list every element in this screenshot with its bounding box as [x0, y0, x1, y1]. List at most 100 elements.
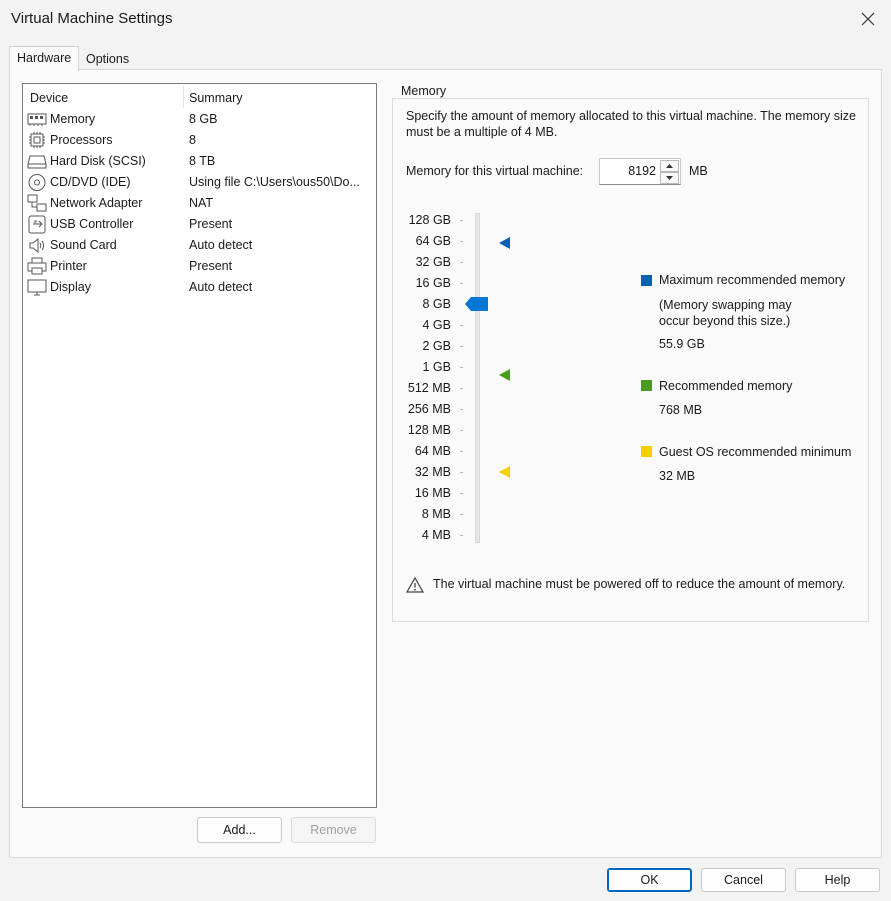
- device-row-display[interactable]: Display Auto detect: [23, 277, 376, 298]
- scale-label: 8 MB: [421, 507, 451, 521]
- device-row-network-adapter[interactable]: Network Adapter NAT: [23, 193, 376, 214]
- hard-disk-icon: [27, 155, 47, 169]
- max-recommended-marker-icon: [499, 237, 510, 249]
- device-name: CD/DVD (IDE): [50, 175, 131, 189]
- scale-label: 16 GB: [415, 276, 451, 290]
- chevron-down-icon: [666, 176, 673, 180]
- memory-spinbox[interactable]: 8192: [599, 158, 681, 185]
- device-summary: 8 GB: [189, 112, 218, 126]
- device-row-sound-card[interactable]: Sound Card Auto detect: [23, 235, 376, 256]
- device-name: USB Controller: [50, 217, 134, 231]
- decrement-button[interactable]: [660, 172, 679, 184]
- scale-label: 32 GB: [415, 255, 451, 269]
- memory-slider-thumb[interactable]: [465, 297, 489, 311]
- processor-icon: [29, 132, 45, 148]
- scale-label: 64 GB: [415, 234, 451, 248]
- scale-tick: [460, 262, 463, 263]
- cd-dvd-icon: [28, 174, 46, 191]
- scale-label: 64 MB: [414, 444, 451, 458]
- device-summary: Using file C:\Users\ous50\Do...: [189, 175, 360, 189]
- scale-tick: [460, 493, 463, 494]
- max-legend-title: Maximum recommended memory: [659, 273, 846, 287]
- device-summary: Auto detect: [189, 280, 253, 294]
- close-icon: [861, 12, 875, 26]
- display-icon: [27, 279, 47, 296]
- scale-label: 4 MB: [421, 528, 451, 542]
- device-row-usb-controller[interactable]: USB Controller Present: [23, 214, 376, 235]
- tab-options[interactable]: Options: [79, 49, 135, 70]
- scale-label: 1 GB: [422, 360, 452, 374]
- memory-unit: MB: [689, 164, 708, 178]
- device-summary: Present: [189, 259, 233, 273]
- max-legend-value: 55.9 GB: [659, 337, 705, 351]
- scale-tick: [460, 388, 463, 389]
- scale-tick: [460, 346, 463, 347]
- device-name: Processors: [50, 133, 113, 147]
- window-title: Virtual Machine Settings: [11, 10, 173, 27]
- tab-hardware[interactable]: Hardware: [9, 46, 79, 71]
- scale-label: 16 MB: [414, 486, 451, 500]
- device-name: Sound Card: [50, 238, 117, 252]
- device-row-cd-dvd[interactable]: CD/DVD (IDE) Using file C:\Users\ous50\D…: [23, 172, 376, 193]
- device-row-processors[interactable]: Processors 8: [23, 130, 376, 151]
- recommended-legend-title: Recommended memory: [659, 379, 793, 393]
- scale-tick: [460, 451, 463, 452]
- scale-tick: [460, 472, 463, 473]
- column-divider: [183, 86, 184, 108]
- device-name: Hard Disk (SCSI): [50, 154, 146, 168]
- minimum-legend-title: Guest OS recommended minimum: [659, 445, 852, 459]
- remove-device-button[interactable]: Remove: [291, 817, 376, 843]
- warning-icon: [406, 576, 424, 593]
- scale-label: 8 GB: [422, 297, 452, 311]
- device-row-memory[interactable]: Memory 8 GB: [23, 109, 376, 130]
- device-summary: 8: [189, 133, 196, 147]
- memory-slider-track[interactable]: [475, 213, 480, 543]
- scale-label: 512 MB: [407, 381, 451, 395]
- ok-button[interactable]: OK: [607, 868, 692, 892]
- device-name: Network Adapter: [50, 196, 143, 210]
- device-summary: NAT: [189, 196, 214, 210]
- max-legend-swatch: [641, 275, 652, 286]
- device-row-printer[interactable]: Printer Present: [23, 256, 376, 277]
- memory-description: Specify the amount of memory allocated t…: [406, 109, 856, 139]
- warning-message: The virtual machine must be powered off …: [433, 577, 846, 591]
- scale-tick: [460, 325, 463, 326]
- title-bar: Virtual Machine Settings: [0, 0, 891, 38]
- device-summary: Auto detect: [189, 238, 253, 252]
- scale-label: 4 GB: [422, 318, 452, 332]
- printer-icon: [27, 257, 47, 275]
- chevron-up-icon: [666, 164, 673, 168]
- close-button[interactable]: [845, 0, 891, 38]
- recommended-legend-value: 768 MB: [659, 403, 703, 417]
- increment-button[interactable]: [660, 160, 679, 172]
- usb-icon: [28, 215, 46, 234]
- memory-field-label: Memory for this virtual machine:: [406, 164, 584, 178]
- scale-tick: [460, 430, 463, 431]
- add-device-button[interactable]: Add...: [197, 817, 282, 843]
- memory-icon: [27, 113, 47, 126]
- scale-tick: [460, 535, 463, 536]
- scale-label: 32 MB: [414, 465, 451, 479]
- max-legend-note: (Memory swapping may occur beyond this s…: [659, 298, 792, 328]
- cancel-button[interactable]: Cancel: [701, 868, 786, 892]
- sound-icon: [29, 237, 44, 254]
- scale-tick: [460, 367, 463, 368]
- device-summary: Present: [189, 217, 233, 231]
- device-row-hard-disk[interactable]: Hard Disk (SCSI) 8 TB: [23, 151, 376, 172]
- minimum-legend-value: 32 MB: [659, 469, 696, 483]
- column-header-device[interactable]: Device: [30, 91, 68, 105]
- scale-tick: [460, 514, 463, 515]
- minimum-marker-icon: [499, 466, 510, 478]
- device-list[interactable]: Device Summary Memory 8 GB Processors 8 …: [22, 83, 377, 808]
- memory-input[interactable]: 8192: [628, 164, 656, 178]
- device-name: Memory: [50, 112, 96, 126]
- recommended-legend-swatch: [641, 380, 652, 391]
- help-button[interactable]: Help: [795, 868, 880, 892]
- device-summary: 8 TB: [189, 154, 216, 168]
- scale-tick: [460, 220, 463, 221]
- minimum-legend-swatch: [641, 446, 652, 457]
- scale-label: 128 MB: [407, 423, 451, 437]
- column-header-summary[interactable]: Summary: [189, 91, 242, 105]
- scale-tick: [460, 241, 463, 242]
- scale-label: 2 GB: [422, 339, 452, 353]
